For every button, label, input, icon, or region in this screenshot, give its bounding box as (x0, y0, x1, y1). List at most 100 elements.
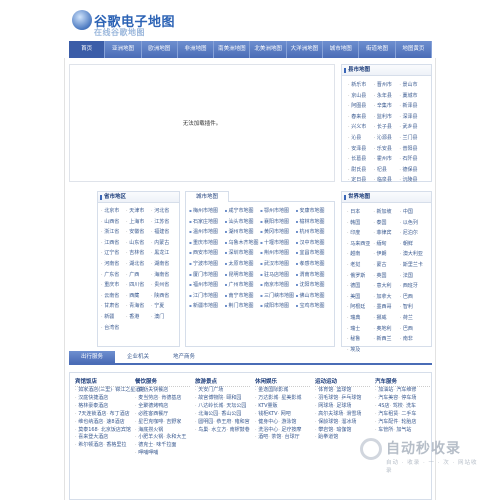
province-link[interactable]: 安徽省 (126, 227, 151, 238)
county-link[interactable]: 监利市 (374, 112, 400, 123)
county-link[interactable]: 新乐市 (348, 80, 374, 91)
nav-item-8[interactable]: 街道地图 (359, 41, 396, 58)
province-link[interactable]: 江苏省 (151, 217, 176, 228)
city-link[interactable]: 汕头市地图 (225, 217, 261, 228)
service-link[interactable]: 二手车 (398, 411, 416, 417)
service-link[interactable]: 汽车租赁 (375, 411, 398, 417)
service-link[interactable]: 北海公园 (195, 411, 218, 417)
city-link[interactable]: 驻马店地图 (260, 270, 296, 281)
service-link[interactable]: 星美影城 (278, 395, 301, 401)
county-link[interactable]: 临泉县 (374, 175, 400, 186)
city-link[interactable]: 重庆市地图 (189, 238, 225, 249)
province-link[interactable]: 香港 (126, 312, 151, 323)
city-link[interactable]: 安康市地图 (296, 206, 332, 217)
country-link[interactable]: 伊朗 (373, 249, 399, 260)
service-link[interactable]: 麦当劳店 (135, 395, 158, 401)
service-link[interactable]: 布丁酒店 (106, 411, 129, 417)
globe-logo-icon[interactable] (72, 10, 92, 30)
service-link[interactable]: 足疗按摩 (278, 427, 301, 433)
service-link[interactable]: 颐和园 (223, 395, 241, 401)
service-link[interactable]: 保龄球馆 (315, 419, 338, 425)
country-link[interactable]: 美国 (347, 292, 373, 303)
service-column-title[interactable]: 餐饮服务 (135, 378, 190, 387)
service-link[interactable]: 7天连锁酒店 (75, 411, 106, 417)
city-link[interactable]: 宁波市地图 (189, 259, 225, 270)
county-link[interactable]: 武乡县 (399, 122, 425, 133)
tab-2[interactable]: 地产商务 (161, 351, 207, 363)
county-link[interactable]: 沁源县 (374, 133, 400, 144)
city-link[interactable]: 梅州市地图 (189, 206, 225, 217)
province-link[interactable]: 青海省 (126, 301, 151, 312)
province-link[interactable]: 西藏 (126, 291, 151, 302)
city-panel-tab[interactable]: 城市地图 (185, 191, 229, 202)
province-link[interactable]: 河南省 (101, 259, 126, 270)
service-link[interactable]: 汽车配件 (375, 419, 398, 425)
city-link[interactable]: 厦门市地图 (189, 270, 225, 281)
service-link[interactable]: 汽车维修 (393, 387, 416, 393)
nav-item-9[interactable]: 地图黄页 (396, 41, 432, 58)
service-link[interactable]: 加气站 (393, 427, 411, 433)
service-link[interactable]: 全聚德烤鸭店 (135, 403, 168, 409)
service-link[interactable]: 高尔夫球场 (315, 411, 343, 417)
nav-item-0[interactable]: 首页 (69, 41, 106, 58)
service-link[interactable]: 星巴克咖啡 (135, 419, 163, 425)
county-link[interactable]: 尉氏县 (348, 165, 374, 176)
service-link[interactable]: 天安门广场 (195, 387, 223, 393)
country-link[interactable]: 尼泊尔 (400, 228, 426, 239)
service-link[interactable]: 莫泰168 (75, 427, 98, 433)
country-link[interactable]: 斯里兰卡 (400, 260, 426, 271)
country-link[interactable]: 加拿大 (373, 292, 399, 303)
service-link[interactable]: 小肥羊火锅 (135, 434, 163, 440)
province-link[interactable]: 浙江省 (101, 227, 126, 238)
county-link[interactable]: 普阳县 (399, 144, 425, 155)
county-link[interactable]: 兰门县 (399, 133, 425, 144)
city-link[interactable]: 孝感市地图 (296, 259, 332, 270)
country-link[interactable]: 墨西哥 (373, 302, 399, 313)
service-link[interactable]: 汉庭快捷酒店 (75, 395, 108, 401)
nav-item-7[interactable]: 城市地图 (323, 41, 360, 58)
city-link[interactable]: 渭南市地图 (296, 270, 332, 281)
service-link[interactable]: 钱柜KTV (255, 411, 278, 417)
province-link[interactable]: 重庆市 (101, 280, 126, 291)
service-link[interactable]: 鸟巢 (195, 427, 208, 433)
service-link[interactable]: 篮球馆 (333, 387, 351, 393)
county-link[interactable]: 春来县 (348, 112, 374, 123)
province-link[interactable]: 澳门 (151, 312, 176, 323)
country-link[interactable]: 马来西亚 (347, 239, 373, 250)
city-link[interactable]: 深圳市地图 (225, 248, 261, 259)
service-link[interactable]: 维也纳酒店 (75, 419, 103, 425)
country-link[interactable]: 挪威 (373, 313, 399, 324)
county-link[interactable]: 长子县 (374, 122, 400, 133)
service-link[interactable]: 乒乓球馆 (338, 395, 361, 401)
city-link[interactable]: 宜昌市地图 (296, 248, 332, 259)
province-link[interactable]: 台湾省 (101, 323, 126, 334)
nav-item-4[interactable]: 南美洲地图 (214, 41, 251, 58)
county-link[interactable]: 石阡县 (399, 154, 425, 165)
service-link[interactable]: 茶馆 (268, 434, 281, 440)
country-link[interactable]: 奥地利 (373, 324, 399, 335)
city-link[interactable]: 南宁市地图 (225, 291, 261, 302)
province-link[interactable]: 山东省 (126, 238, 151, 249)
service-column-title[interactable]: 汽车服务 (375, 378, 430, 387)
city-link[interactable]: 宝鸡市地图 (296, 301, 332, 312)
country-link[interactable]: 以色列 (400, 218, 426, 229)
service-link[interactable]: 驾校 (390, 403, 403, 409)
service-link[interactable]: 足球场 (333, 403, 351, 409)
service-link[interactable]: 攀岩馆 (315, 427, 333, 433)
city-link[interactable]: 汉中市地图 (296, 238, 332, 249)
province-link[interactable]: 海南省 (151, 270, 176, 281)
service-link[interactable]: 海底捞火锅 (135, 427, 163, 433)
province-link[interactable]: 内蒙古 (151, 238, 176, 249)
service-link[interactable]: 肯德基店 (158, 395, 181, 401)
service-link[interactable]: 速8酒店 (103, 419, 124, 425)
service-link[interactable]: 德克士 (135, 442, 153, 448)
service-link[interactable]: 天坛公园 (223, 403, 246, 409)
county-link[interactable]: 晋州市 (374, 80, 400, 91)
city-link[interactable]: 广州市地图 (225, 280, 261, 291)
province-link[interactable]: 广东省 (101, 270, 126, 281)
county-link[interactable]: 阿图县 (348, 101, 374, 112)
province-link[interactable]: 辽宁省 (101, 248, 126, 259)
nav-item-6[interactable]: 大洋洲地图 (287, 41, 324, 58)
service-link[interactable]: 故宫博物院 (195, 395, 223, 401)
country-link[interactable]: 瑞典 (347, 313, 373, 324)
